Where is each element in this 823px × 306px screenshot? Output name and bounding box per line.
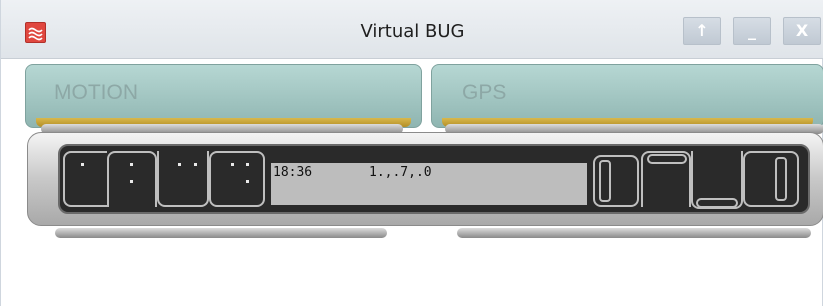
digit-dot <box>130 180 133 183</box>
gps-button-label: GPS <box>462 81 507 104</box>
digit-segment <box>775 157 787 201</box>
motion-button-label: MOTION <box>54 81 138 104</box>
digit-dot <box>178 163 181 166</box>
digit-segment <box>157 151 209 207</box>
digit-segment <box>743 151 799 207</box>
close-button[interactable]: X <box>783 17 821 45</box>
digit-segment <box>696 198 738 208</box>
lcd-time: 18:36 <box>273 165 313 180</box>
digit-segment <box>209 151 265 207</box>
digit-segment <box>63 151 107 207</box>
motion-button[interactable]: MOTION <box>25 64 422 128</box>
lcd-value: 1.,.7,.0 <box>369 165 432 180</box>
digit-dot <box>246 180 249 183</box>
digit-dot <box>194 163 197 166</box>
device-rail <box>55 228 387 238</box>
digit-segment <box>647 154 687 164</box>
arrow-up-icon[interactable]: ↑ <box>683 17 721 45</box>
virtual-bug-window: Virtual BUG ↑ _ X MOTION GPS 18:36 1.,.7… <box>0 0 823 306</box>
digit-dot <box>81 163 84 166</box>
digit-segment <box>107 151 157 207</box>
digit-dot <box>130 163 133 166</box>
minimize-button[interactable]: _ <box>733 17 771 45</box>
title-bar[interactable]: Virtual BUG ↑ _ X <box>1 0 823 59</box>
digit-dot <box>231 163 234 166</box>
device-rail <box>457 228 811 238</box>
gps-button[interactable]: GPS <box>431 64 823 128</box>
digit-segment <box>599 160 611 202</box>
digit-dot <box>246 163 249 166</box>
